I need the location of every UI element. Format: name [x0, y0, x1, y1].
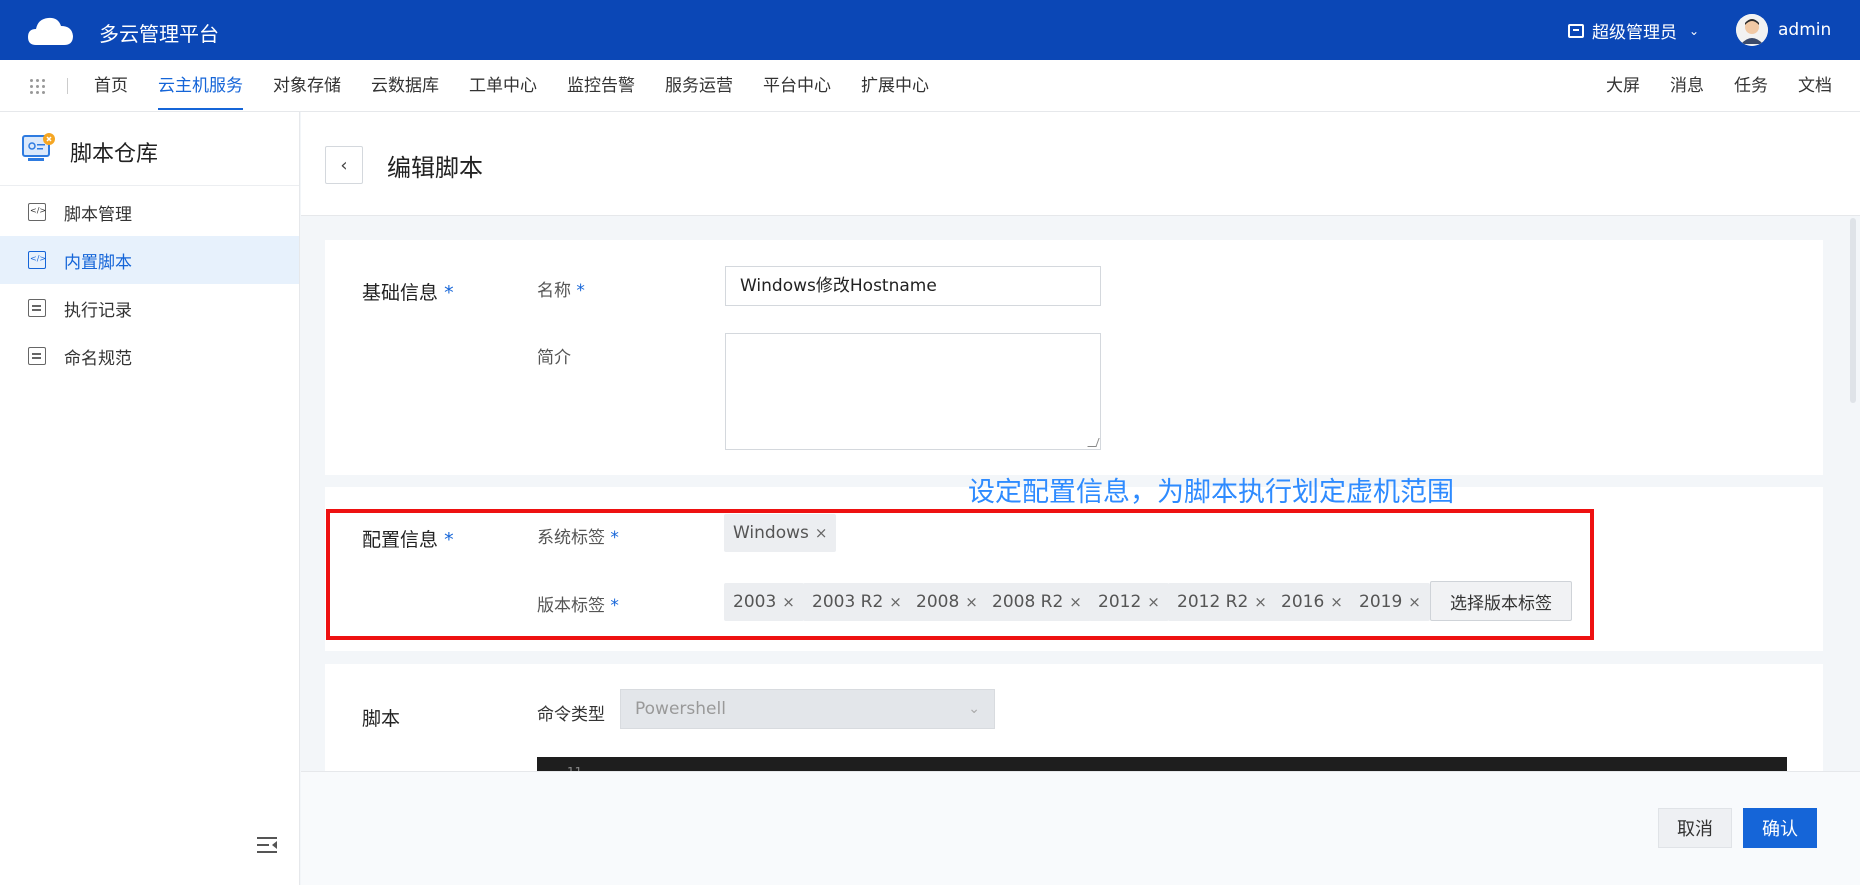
nav-right-item-3[interactable]: 文档	[1798, 60, 1832, 112]
description-textarea[interactable]	[725, 333, 1101, 450]
sidebar-menu: 脚本管理内置脚本执行记录命名规范	[0, 186, 299, 380]
nav-item-3[interactable]: 云数据库	[371, 60, 439, 112]
nav-right-items: 大屏 消息 任务 文档	[1606, 60, 1832, 112]
role-label: 超级管理员	[1592, 23, 1677, 43]
sidebar-title: 脚本仓库	[70, 142, 159, 167]
page-title: 编辑脚本	[387, 154, 483, 182]
command-type-select[interactable]: Powershell ⌄	[620, 689, 995, 729]
script-section-label: 脚本	[362, 708, 401, 730]
back-button[interactable]: ‹	[325, 146, 363, 184]
cancel-button[interactable]: 取消	[1658, 808, 1732, 848]
nav-items: 首页 云主机服务 对象存储 云数据库 工单中心 监控告警 服务运营 平台中心 扩展中心	[94, 60, 929, 112]
avatar	[1736, 14, 1768, 46]
code-icon	[28, 251, 46, 269]
nav-item-1[interactable]: 云主机服务	[158, 60, 243, 112]
nav-item-0[interactable]: 首页	[94, 60, 128, 112]
basic-info-section-label: 基础信息 *	[362, 282, 454, 304]
sidebar-item-label: 命名规范	[64, 348, 132, 369]
document-icon	[28, 299, 46, 317]
command-type-label: 命令类型	[537, 705, 605, 725]
user-menu[interactable]: admin	[1736, 14, 1831, 46]
sidebar-item-2[interactable]: 执行记录	[0, 284, 299, 332]
nav-right-item-0[interactable]: 大屏	[1606, 60, 1640, 112]
id-card-icon	[1568, 23, 1584, 38]
chevron-left-icon: ‹	[340, 154, 348, 176]
cloud-logo-icon[interactable]	[26, 11, 76, 49]
sidebar-item-0[interactable]: 脚本管理	[0, 188, 299, 236]
sidebar-item-1[interactable]: 内置脚本	[0, 236, 299, 284]
nav-divider	[67, 78, 68, 94]
description-field-label: 简介	[537, 348, 571, 368]
name-field-label: 名称 *	[537, 281, 585, 301]
script-card: 脚本 命令类型	[325, 664, 1823, 771]
sidebar-item-3[interactable]: 命名规范	[0, 332, 299, 380]
nav-item-2[interactable]: 对象存储	[273, 60, 341, 112]
code-editor[interactable]: 11	[537, 757, 1787, 771]
nav-item-8[interactable]: 扩展中心	[861, 60, 929, 112]
chevron-down-icon: ⌄	[1689, 23, 1700, 38]
sidebar-item-label: 脚本管理	[64, 204, 132, 225]
top-header: 多云管理平台 超级管理员 ⌄ admin	[0, 0, 1860, 60]
page-header: ‹ 编辑脚本	[301, 112, 1860, 216]
name-input[interactable]: Windows修改Hostname	[725, 266, 1101, 306]
nav-item-6[interactable]: 服务运营	[665, 60, 733, 112]
nav-right-item-2[interactable]: 任务	[1734, 60, 1768, 112]
nav-item-5[interactable]: 监控告警	[567, 60, 635, 112]
sidebar-header: 脚本仓库	[0, 112, 299, 186]
annotation-text: 设定配置信息，为脚本执行划定虚机范围	[968, 477, 1454, 508]
basic-info-card: 基础信息 * 名称 * Windows修改Hostname 简介	[325, 240, 1823, 475]
main-nav: 首页 云主机服务 对象存储 云数据库 工单中心 监控告警 服务运营 平台中心 扩展中心 大屏 消息…	[0, 60, 1860, 112]
app-title: 多云管理平台	[99, 22, 219, 46]
nav-item-4[interactable]: 工单中心	[469, 60, 537, 112]
username: admin	[1778, 20, 1832, 40]
footer-bar	[301, 771, 1860, 885]
collapse-sidebar-icon[interactable]	[257, 836, 279, 854]
highlight-box	[326, 509, 1594, 640]
code-icon	[28, 203, 46, 221]
app-grid-icon[interactable]	[30, 79, 46, 95]
role-switcher[interactable]: 超级管理员 ⌄	[1568, 18, 1699, 43]
nav-item-7[interactable]: 平台中心	[763, 60, 831, 112]
command-type-value: Powershell	[635, 699, 726, 719]
sidebar: 脚本仓库 脚本管理内置脚本执行记录命名规范	[0, 112, 300, 885]
confirm-button[interactable]: 确认	[1743, 808, 1817, 848]
script-repo-icon	[22, 133, 55, 161]
scrollbar[interactable]	[1850, 218, 1856, 403]
sidebar-item-label: 内置脚本	[64, 252, 132, 273]
chevron-down-icon: ⌄	[968, 701, 980, 717]
document-icon	[28, 347, 46, 365]
sidebar-item-label: 执行记录	[64, 300, 132, 321]
nav-right-item-1[interactable]: 消息	[1670, 60, 1704, 112]
